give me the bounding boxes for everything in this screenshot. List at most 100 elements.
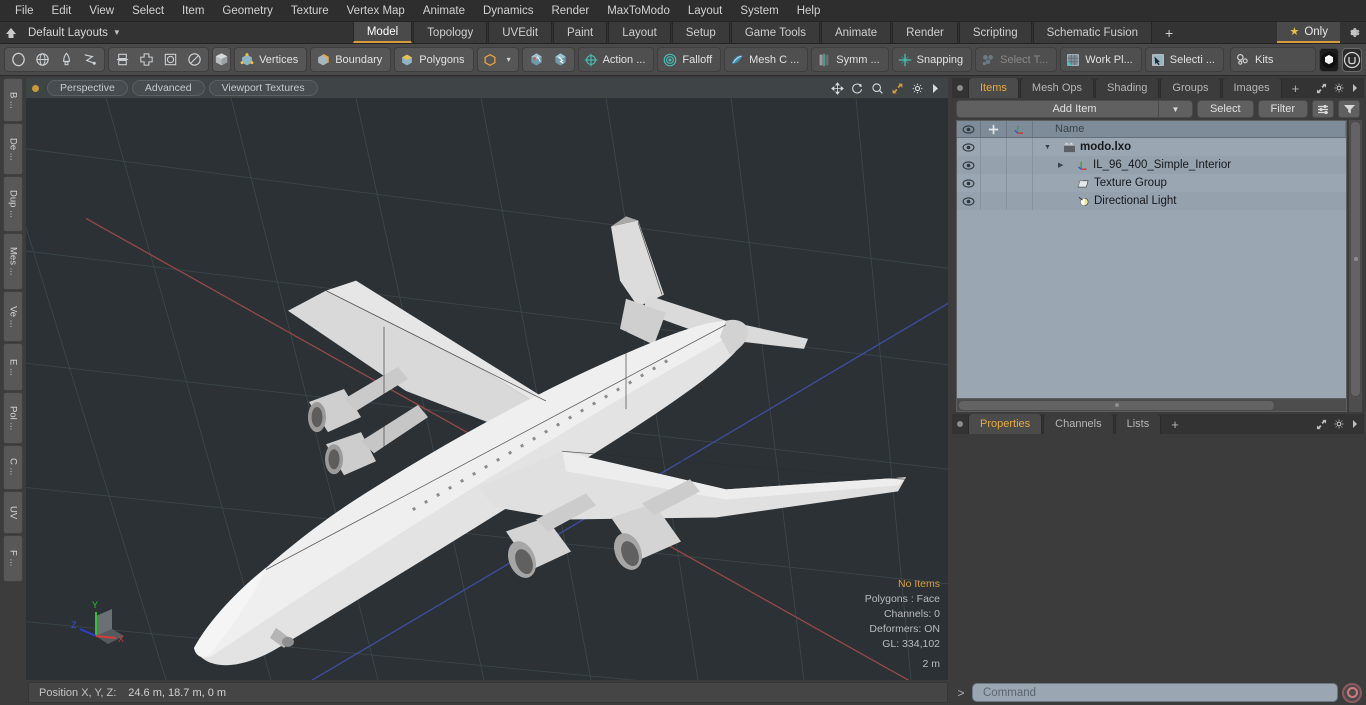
menu-item-edit[interactable]: Edit [43, 2, 81, 20]
properties-panel-body[interactable] [952, 434, 1364, 680]
tab-channels[interactable]: Channels [1043, 414, 1114, 434]
tab-uvedit[interactable]: UVEdit [488, 22, 553, 43]
tab-schematic-fusion[interactable]: Schematic Fusion [1032, 22, 1153, 43]
table-row[interactable]: Directional Light [957, 192, 1346, 210]
menu-item-dynamics[interactable]: Dynamics [474, 2, 542, 20]
pick-walk-alt-icon[interactable] [549, 49, 572, 71]
globe-icon[interactable] [31, 49, 54, 71]
menu-item-vertex-map[interactable]: Vertex Map [338, 2, 414, 20]
row-name-cell[interactable]: Texture Group [1033, 174, 1346, 192]
gear-icon[interactable] [911, 82, 924, 95]
row-transform-cell[interactable] [1007, 174, 1033, 192]
tab-render[interactable]: Render [892, 22, 958, 43]
gear-icon[interactable] [1340, 22, 1366, 43]
column-lock[interactable] [981, 121, 1007, 137]
row-name-cell[interactable]: ▼ modo.lxo [1033, 138, 1346, 156]
left-tab-uv[interactable]: UV [3, 490, 23, 534]
vscroll-thumb[interactable] [1350, 121, 1361, 397]
row-lock-cell[interactable] [981, 156, 1007, 174]
tab-model[interactable]: Model [352, 22, 413, 43]
unreal-badge-icon[interactable] [1342, 47, 1362, 72]
chevron-down-icon[interactable]: ▾ [502, 55, 516, 64]
table-row[interactable]: ▼ modo.lxo [957, 138, 1346, 156]
cross-icon[interactable] [135, 49, 158, 71]
tool-select-through[interactable]: Select T... [975, 47, 1058, 72]
tool-symmetry[interactable]: Symm ... [811, 47, 889, 72]
menu-item-help[interactable]: Help [788, 2, 830, 20]
record-icon[interactable] [1342, 682, 1362, 703]
properties-panel-add-tab[interactable]: + [1162, 414, 1188, 434]
row-name-cell[interactable]: ▶ IL_96_400_Simple_Interior [1033, 156, 1346, 174]
add-item-button[interactable]: Add Item ▼ [956, 100, 1193, 118]
home-icon[interactable] [0, 22, 22, 43]
viewport-menu-dot-icon[interactable] [32, 84, 39, 92]
left-tab-vertex[interactable]: Ve ... [3, 290, 23, 343]
tab-groups[interactable]: Groups [1160, 78, 1221, 98]
pick-walk-icon[interactable] [525, 49, 548, 71]
curve-icon[interactable] [79, 49, 102, 71]
items-tree-list[interactable]: Name ▼ modo.lxo ▶ IL_96_400_Simple_Inter… [956, 120, 1347, 412]
zoom-icon[interactable] [871, 82, 884, 95]
funnel-icon[interactable] [1338, 100, 1360, 118]
move-icon[interactable] [831, 81, 844, 95]
items-list-vscrollbar[interactable] [1349, 120, 1362, 412]
left-tab-mesh-edit[interactable]: Mes ... [3, 233, 23, 290]
select-button[interactable]: Select [1196, 100, 1254, 118]
axis-gizmo[interactable]: Y X Z [66, 596, 144, 658]
tab-images[interactable]: Images [1221, 78, 1282, 98]
chevron-right-icon[interactable]: ▶ [1058, 161, 1063, 169]
menu-item-animate[interactable]: Animate [414, 2, 474, 20]
circle-icon[interactable] [7, 49, 30, 71]
row-visibility-toggle[interactable] [957, 192, 981, 210]
menu-item-view[interactable]: View [80, 2, 123, 20]
selection-mode-polygons[interactable]: Polygons [394, 47, 474, 72]
gear-icon[interactable] [1333, 82, 1345, 94]
expand-icon[interactable] [1316, 83, 1327, 94]
list-options-icon[interactable] [1312, 100, 1334, 118]
modo-badge-icon[interactable] [1319, 47, 1339, 72]
table-row[interactable]: ▶ IL_96_400_Simple_Interior [957, 156, 1346, 174]
left-tab-duplicate[interactable]: Dup ... [3, 176, 23, 233]
selection-mode-vertices[interactable]: Vertices [234, 47, 308, 72]
oval-icon[interactable] [183, 49, 206, 71]
row-transform-cell[interactable] [1007, 156, 1033, 174]
column-name[interactable]: Name [1033, 121, 1346, 137]
chevron-down-icon[interactable]: ▼ [1044, 144, 1051, 151]
viewport-shading-button[interactable]: Advanced [131, 80, 205, 96]
rotate-icon[interactable] [851, 82, 864, 95]
tab-scripting[interactable]: Scripting [958, 22, 1032, 43]
menu-item-file[interactable]: File [6, 2, 43, 20]
chevron-right-icon[interactable] [931, 83, 940, 94]
tool-kits[interactable]: Kits [1230, 47, 1316, 72]
tab-shading[interactable]: Shading [1095, 78, 1160, 98]
stack-icon[interactable] [111, 49, 134, 71]
tab-mesh-ops[interactable]: Mesh Ops [1019, 78, 1095, 98]
add-tab-button[interactable]: + [1153, 22, 1185, 43]
items-panel-add-tab[interactable]: + [1283, 78, 1309, 98]
table-row[interactable]: Texture Group [957, 174, 1346, 192]
gear-icon[interactable] [1333, 418, 1345, 430]
cube-icon[interactable] [212, 47, 232, 72]
tab-game-tools[interactable]: Game Tools [730, 22, 820, 43]
tab-properties[interactable]: Properties [968, 414, 1043, 434]
row-transform-cell[interactable] [1007, 138, 1033, 156]
square-circle-icon[interactable] [159, 49, 182, 71]
command-input[interactable]: Command [972, 683, 1338, 702]
column-transform[interactable] [1007, 121, 1033, 137]
tab-setup[interactable]: Setup [671, 22, 730, 43]
menu-item-layout[interactable]: Layout [679, 2, 732, 20]
tool-snapping[interactable]: Snapping [891, 47, 973, 72]
tab-paint[interactable]: Paint [553, 22, 608, 43]
menu-item-texture[interactable]: Texture [282, 2, 338, 20]
default-layouts-dropdown[interactable]: Default Layouts ▼ [22, 22, 131, 43]
left-tab-falloff[interactable]: F ... [3, 534, 23, 583]
only-toggle-button[interactable]: ★ Only [1277, 22, 1340, 43]
tab-topology[interactable]: Topology [413, 22, 488, 43]
tab-layout[interactable]: Layout [608, 22, 671, 43]
left-tab-edge[interactable]: E ... [3, 343, 23, 391]
left-tab-deform[interactable]: De ... [3, 123, 23, 176]
tool-falloff[interactable]: Falloff [657, 47, 722, 72]
hscroll-thumb[interactable] [958, 399, 1276, 411]
menu-item-maxtomodo[interactable]: MaxToModo [598, 2, 679, 20]
left-tab-curve[interactable]: C ... [3, 444, 23, 490]
